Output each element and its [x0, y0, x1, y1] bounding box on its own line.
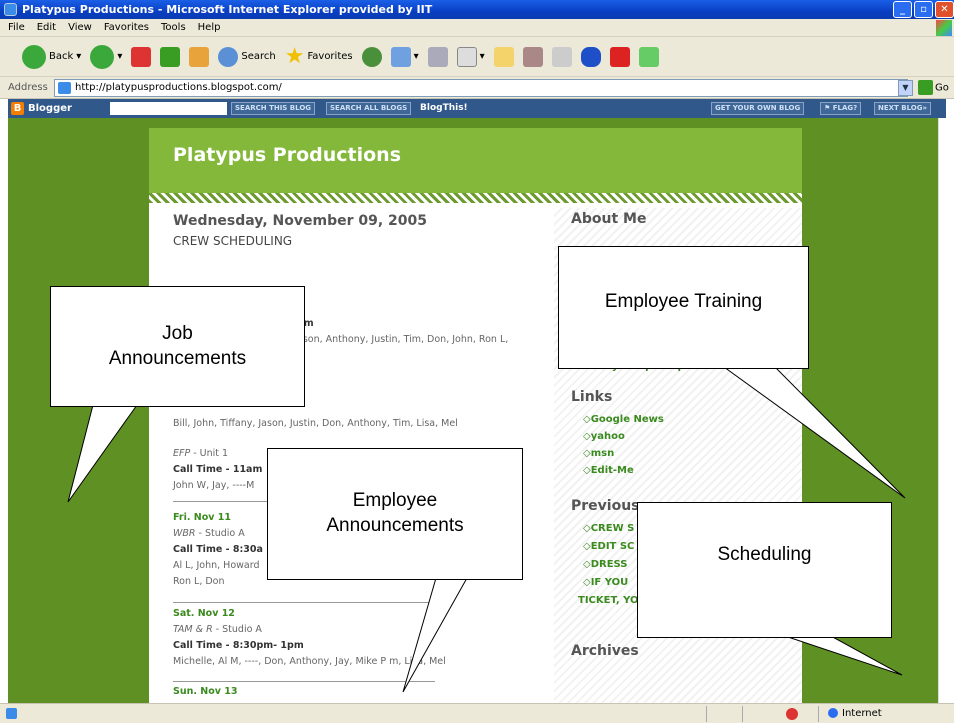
employee-training-callout: Employee Training — [558, 246, 809, 369]
scheduling-callout-tail — [784, 635, 903, 676]
job-callout-tail — [67, 404, 138, 503]
scheduling-callout: Scheduling — [637, 502, 892, 638]
job-announcements-callout: Job Announcements — [50, 286, 305, 407]
employee-announcements-callout: Employee Announcements — [267, 448, 523, 580]
training-callout-tail — [722, 366, 906, 499]
employee-callout-tail — [402, 577, 468, 693]
ie-window: Platypus Productions - Microsoft Interne… — [0, 0, 954, 723]
